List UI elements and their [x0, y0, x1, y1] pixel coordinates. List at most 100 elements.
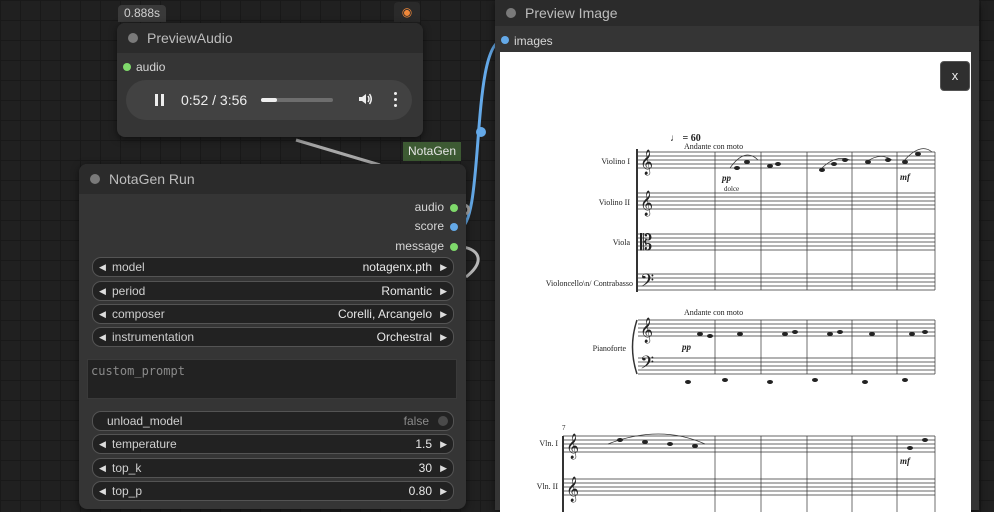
top-k-number[interactable]: ◀ top_k 30 ▶ — [92, 458, 454, 478]
temperature-number[interactable]: ◀ temperature 1.5 ▶ — [92, 434, 454, 454]
period-combo[interactable]: ◀ period Romantic ▶ — [92, 281, 454, 301]
output-score-label: score — [414, 219, 444, 233]
output-score-slot[interactable] — [450, 223, 458, 231]
images-input-label: images — [514, 34, 553, 48]
svg-text:𝄞: 𝄞 — [566, 433, 579, 459]
volume-icon[interactable] — [357, 91, 373, 107]
audio-input-slot[interactable] — [123, 63, 131, 71]
composer-value: Corelli, Arcangelo — [337, 307, 432, 321]
output-audio[interactable]: audio — [415, 200, 458, 216]
score-image: ♩ = 60 Andante con moto Violino I Violin… — [500, 52, 971, 512]
dynamic-mf-2: mf — [900, 456, 911, 466]
pause-icon[interactable] — [155, 94, 165, 106]
images-input-slot[interactable] — [501, 36, 509, 44]
preview-image-node[interactable]: Preview Image images ♩ = 60 Andante con … — [495, 0, 979, 512]
top-p-value: 0.80 — [408, 484, 432, 498]
time-separator: / — [208, 92, 220, 108]
preview-audio-title-text: PreviewAudio — [147, 30, 233, 46]
time-display: 0:52 / 3:56 — [181, 92, 247, 108]
measure-number: 7 — [562, 424, 566, 432]
instrument-name-4: Violoncello\n/ Contrabasso — [546, 279, 633, 288]
collapse-dot[interactable] — [128, 33, 138, 43]
progress-fill — [261, 98, 277, 102]
composer-combo[interactable]: ◀ composer Corelli, Arcangelo ▶ — [92, 304, 454, 324]
instrument-name-1: Violino I — [601, 157, 630, 166]
close-preview-button[interactable]: x — [940, 61, 970, 91]
notagen-run-title-text: NotaGen Run — [109, 171, 195, 187]
output-message-label: message — [395, 239, 444, 253]
link-midpoint — [476, 127, 486, 137]
svg-text:𝄡: 𝄡 — [640, 230, 652, 255]
duration: 3:56 — [219, 92, 248, 108]
svg-text:𝄢: 𝄢 — [640, 352, 654, 377]
increment-arrow-icon[interactable]: ▶ — [440, 305, 447, 323]
expression-marking-piano: Andante con moto — [684, 308, 743, 317]
output-score[interactable]: score — [415, 219, 458, 235]
preview-image-title[interactable]: Preview Image — [495, 0, 979, 26]
temperature-value: 1.5 — [415, 437, 432, 451]
increment-arrow-icon[interactable]: ▶ — [440, 435, 447, 453]
increment-arrow-icon[interactable]: ▶ — [440, 258, 447, 276]
period-label: period — [112, 284, 146, 298]
increment-arrow-icon[interactable]: ▶ — [440, 328, 447, 346]
instrument-short-2: Vln. II — [537, 482, 559, 491]
top-p-label: top_p — [112, 484, 143, 498]
toggle-knob[interactable] — [438, 416, 448, 426]
output-message-slot[interactable] — [450, 243, 458, 251]
instrument-name-3: Viola — [613, 238, 631, 247]
decrement-arrow-icon[interactable]: ◀ — [99, 305, 106, 323]
audio-input-label: audio — [136, 60, 166, 74]
fox-icon: ◉ — [394, 2, 420, 22]
notagen-run-title[interactable]: NotaGen Run — [79, 164, 466, 194]
increment-arrow-icon[interactable]: ▶ — [440, 459, 447, 477]
collapse-dot[interactable] — [90, 174, 100, 184]
svg-text:𝄞: 𝄞 — [640, 317, 653, 343]
score-render: ♩ = 60 Andante con moto Violino I Violin… — [537, 133, 936, 512]
timing-badge: 0.888s — [118, 5, 167, 22]
increment-arrow-icon[interactable]: ▶ — [440, 282, 447, 300]
dynamic-mf-1: mf — [900, 172, 911, 182]
svg-text:𝄞: 𝄞 — [640, 149, 653, 175]
top-k-value: 30 — [418, 461, 432, 475]
instrument-name-5: Pianoforte — [593, 344, 627, 353]
svg-text:𝄞: 𝄞 — [566, 476, 579, 502]
instrumentation-combo[interactable]: ◀ instrumentation Orchestral ▶ — [92, 327, 454, 347]
instrument-name-2: Violino II — [599, 198, 631, 207]
top-p-number[interactable]: ◀ top_p 0.80 ▶ — [92, 481, 454, 501]
model-value: notagenx.pth — [362, 260, 432, 274]
composer-label: composer — [112, 307, 165, 321]
output-audio-slot[interactable] — [450, 204, 458, 212]
dolce-marking: dolce — [724, 185, 739, 193]
notagen-run-node[interactable]: NotaGen Run audio score message ◀ model … — [79, 164, 466, 509]
decrement-arrow-icon[interactable]: ◀ — [99, 258, 106, 276]
decrement-arrow-icon[interactable]: ◀ — [99, 328, 106, 346]
increment-arrow-icon[interactable]: ▶ — [440, 482, 447, 500]
preview-audio-title[interactable]: PreviewAudio — [117, 23, 423, 53]
dynamic-pp-2: pp — [681, 342, 692, 352]
progress-slider[interactable] — [261, 98, 333, 102]
collapse-dot[interactable] — [506, 8, 516, 18]
model-combo[interactable]: ◀ model notagenx.pth ▶ — [92, 257, 454, 277]
decrement-arrow-icon[interactable]: ◀ — [99, 435, 106, 453]
decrement-arrow-icon[interactable]: ◀ — [99, 282, 106, 300]
temperature-label: temperature — [112, 437, 177, 451]
dynamic-pp-1: pp — [721, 173, 732, 183]
unload-model-label: unload_model — [107, 414, 183, 428]
unload-model-toggle[interactable]: unload_model false — [92, 411, 454, 431]
model-label: model — [112, 260, 145, 274]
svg-text:𝄞: 𝄞 — [640, 190, 653, 216]
group-badge: NotaGen — [403, 142, 462, 161]
preview-audio-node[interactable]: PreviewAudio audio 0:52 / 3:56 — [117, 23, 423, 137]
output-message[interactable]: message — [395, 239, 458, 255]
more-vert-icon[interactable] — [394, 92, 398, 108]
decrement-arrow-icon[interactable]: ◀ — [99, 482, 106, 500]
svg-text:𝄢: 𝄢 — [640, 270, 654, 295]
decrement-arrow-icon[interactable]: ◀ — [99, 459, 106, 477]
custom-prompt-input[interactable]: custom_prompt — [87, 359, 457, 399]
unload-model-value: false — [403, 414, 429, 428]
instrumentation-value: Orchestral — [376, 330, 432, 344]
current-time: 0:52 — [181, 92, 209, 108]
period-value: Romantic — [381, 284, 432, 298]
audio-player[interactable]: 0:52 / 3:56 — [126, 80, 412, 120]
instrumentation-label: instrumentation — [112, 330, 195, 344]
